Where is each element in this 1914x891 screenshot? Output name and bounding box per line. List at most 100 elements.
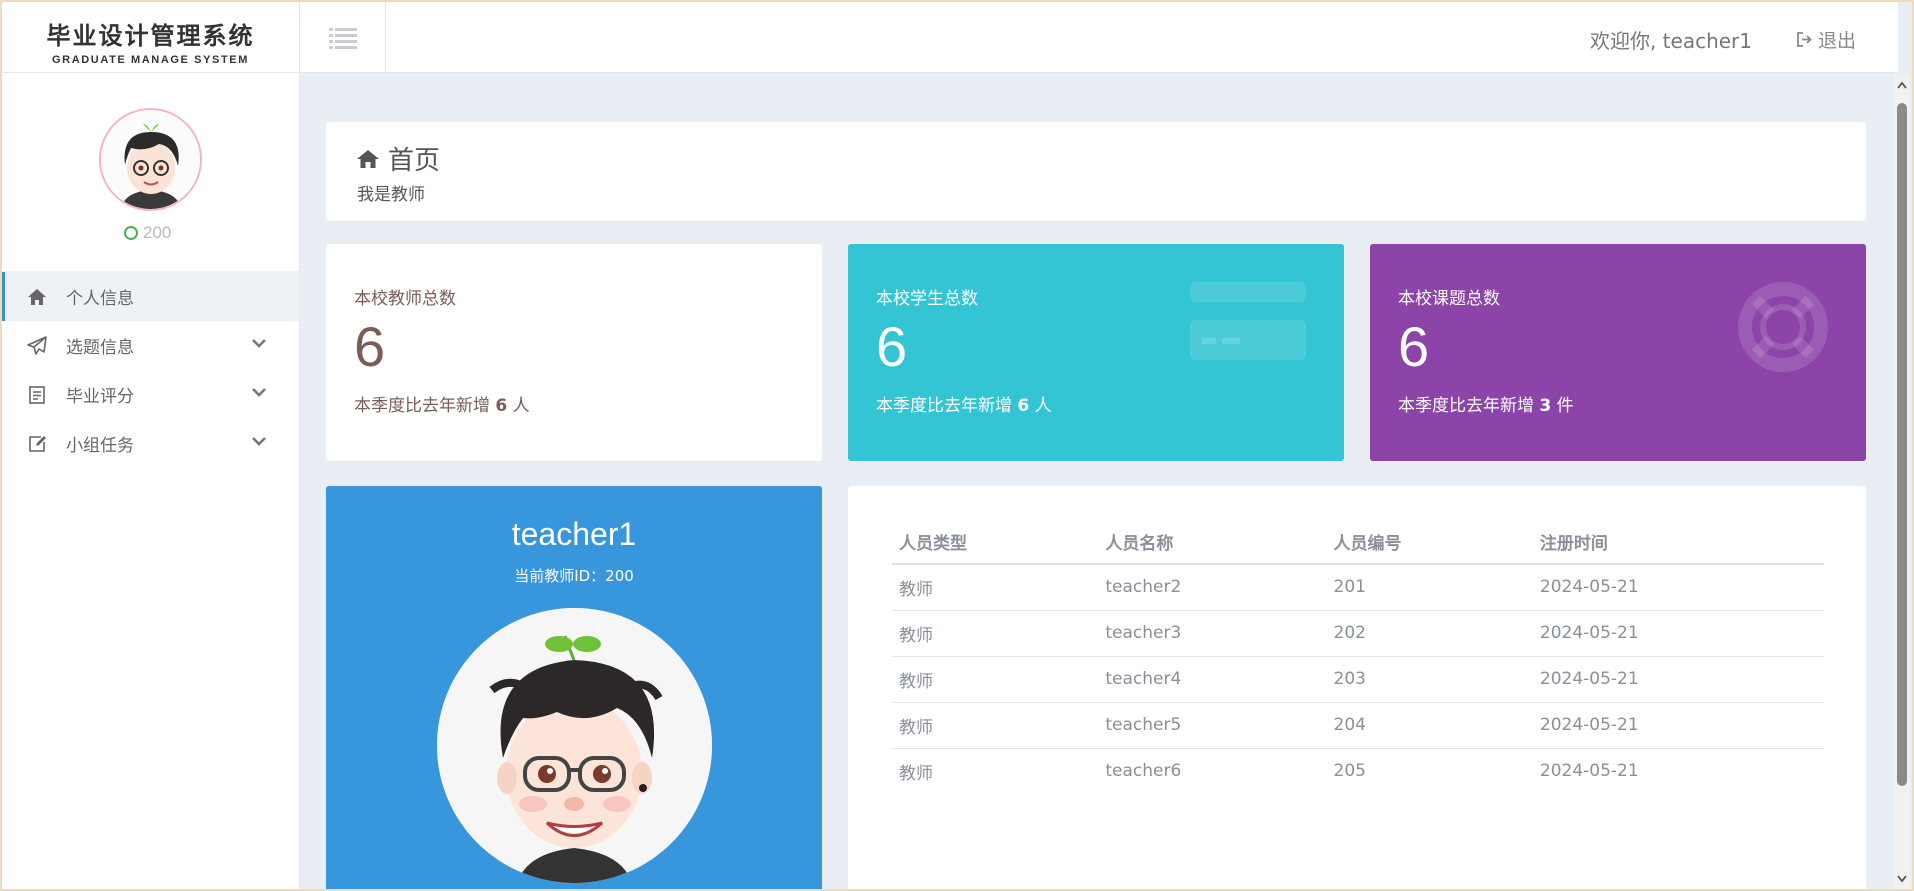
cell-name: teacher2 xyxy=(1098,564,1327,611)
life-ring-icon xyxy=(1738,282,1828,372)
stat-label: 本校课题总数 xyxy=(1398,289,1500,309)
stat-value: 6 xyxy=(876,315,908,378)
profile-avatar xyxy=(437,608,712,883)
main-content: 首页 我是教师 本校教师总数 6 本季度比去年新增 6 人 本校学生总数 6 本… xyxy=(300,73,1898,889)
stat-foot-value: 6 xyxy=(1017,396,1030,416)
stat-foot-prefix: 本季度比去年新增 xyxy=(354,396,490,416)
sign-out-icon xyxy=(1797,32,1812,47)
cell-date: 2024-05-21 xyxy=(1532,656,1824,703)
sidebar-item-topic-info[interactable]: 选题信息 xyxy=(2,321,299,370)
cell-name: teacher5 xyxy=(1098,702,1327,749)
sidebar: 200 个人信息 选题信息 毕业评分 小组任务 xyxy=(2,73,300,889)
scroll-up-arrow-icon[interactable] xyxy=(1897,81,1907,89)
paper-plane-icon xyxy=(26,335,48,357)
sidebar-item-personal-info[interactable]: 个人信息 xyxy=(2,272,299,321)
stat-foot-value: 6 xyxy=(495,396,508,416)
member-table: 人员类型 人员名称 人员编号 注册时间 教师 teacher2 201 2024… xyxy=(892,520,1824,794)
chevron-down-icon xyxy=(252,437,266,446)
cell-id: 203 xyxy=(1326,656,1533,703)
cell-id: 202 xyxy=(1326,610,1533,657)
avatar-image xyxy=(437,608,712,883)
page-title-text: 首页 xyxy=(388,146,441,176)
stat-foot-prefix: 本季度比去年新增 xyxy=(876,396,1012,416)
member-table-card: 人员类型 人员名称 人员编号 注册时间 教师 teacher2 201 2024… xyxy=(848,486,1866,889)
home-icon xyxy=(26,286,48,308)
logout-label: 退出 xyxy=(1817,30,1856,52)
table-row: 教师 teacher2 201 2024-05-21 xyxy=(892,564,1824,611)
app-window: 毕业设计管理系统 GRADUATE MANAGE SYSTEM 欢迎你, tea… xyxy=(0,0,1914,891)
profile-id: 当前教师ID：200 xyxy=(514,567,634,585)
cell-date: 2024-05-21 xyxy=(1532,564,1824,611)
cell-id: 204 xyxy=(1326,702,1533,749)
student-count-card: 本校学生总数 6 本季度比去年新增 6 人 xyxy=(848,244,1344,461)
welcome-text: 欢迎你, teacher1 xyxy=(1589,29,1752,53)
cell-name: teacher6 xyxy=(1105,761,1182,782)
stat-footnote: 本季度比去年新增 6 人 xyxy=(354,391,530,416)
cell-type: 教师 xyxy=(899,763,933,784)
stat-label: 本校学生总数 xyxy=(876,289,978,309)
cell-name: teacher4 xyxy=(1098,656,1327,703)
scroll-down-arrow-icon[interactable] xyxy=(1897,875,1907,883)
clipboard-icon xyxy=(26,384,48,406)
list-icon xyxy=(328,27,357,49)
top-bar: 毕业设计管理系统 GRADUATE MANAGE SYSTEM 欢迎你, tea… xyxy=(2,2,1898,73)
stat-foot-unit: 件 xyxy=(1556,396,1574,416)
home-icon xyxy=(357,149,379,168)
cell-type: 教师 xyxy=(892,564,1099,611)
column-header-registered: 注册时间 xyxy=(1532,520,1824,565)
credit-card-icon xyxy=(1190,282,1306,360)
status-value: 200 xyxy=(143,223,172,242)
cell-type: 教师 xyxy=(892,656,1099,703)
table-row: 教师 teacher6 205 2024-05-21 xyxy=(892,748,1824,794)
edit-icon xyxy=(26,433,48,455)
stat-foot-unit: 人 xyxy=(512,396,530,416)
table-header-row: 人员类型 人员名称 人员编号 注册时间 xyxy=(892,520,1824,565)
cell-type: 教师 xyxy=(892,702,1099,749)
sidebar-item-label: 个人信息 xyxy=(66,289,134,309)
chevron-down-icon xyxy=(252,339,266,348)
logo-subtitle: GRADUATE MANAGE SYSTEM xyxy=(52,54,249,66)
logout-button[interactable]: 退出 xyxy=(1796,26,1856,53)
logo[interactable]: 毕业设计管理系统 GRADUATE MANAGE SYSTEM xyxy=(2,2,300,73)
topic-count-card: 本校课题总数 6 本季度比去年新增 3 件 xyxy=(1370,244,1866,461)
vertical-scrollbar[interactable] xyxy=(1894,75,1910,889)
table-row: 教师 teacher4 203 2024-05-21 xyxy=(892,656,1824,703)
profile-name: teacher1 xyxy=(511,516,637,552)
stat-foot-prefix: 本季度比去年新增 xyxy=(1398,396,1534,416)
page-subtitle: 我是教师 xyxy=(357,185,425,205)
menu-toggle-button[interactable] xyxy=(300,2,386,73)
cell-date: 2024-05-21 xyxy=(1532,702,1824,749)
cell-name: teacher3 xyxy=(1098,610,1327,657)
stat-value: 6 xyxy=(1398,315,1430,378)
sidebar-item-group-tasks[interactable]: 小组任务 xyxy=(2,419,299,468)
stat-foot-unit: 人 xyxy=(1034,396,1052,416)
page-header: 首页 我是教师 xyxy=(326,122,1866,221)
sidebar-item-label: 毕业评分 xyxy=(66,387,134,407)
sidebar-item-label: 小组任务 xyxy=(66,436,134,456)
sidebar-nav: 个人信息 选题信息 毕业评分 小组任务 xyxy=(2,271,299,468)
profile-card: teacher1 当前教师ID：200 xyxy=(326,486,822,889)
cell-date: 2024-05-21 xyxy=(1532,610,1824,657)
stat-footnote: 本季度比去年新增 6 人 xyxy=(876,391,1052,416)
table-row: 教师 teacher5 204 2024-05-21 xyxy=(892,702,1824,749)
cell-id: 201 xyxy=(1326,564,1533,611)
stat-value: 6 xyxy=(354,315,386,378)
stat-foot-value: 3 xyxy=(1539,396,1552,416)
avatar-image xyxy=(101,110,200,209)
cell-date: 2024-05-21 xyxy=(1539,761,1639,782)
column-header-name: 人员名称 xyxy=(1098,520,1327,565)
cell-id: 205 xyxy=(1333,761,1366,782)
cell-type: 教师 xyxy=(892,610,1099,657)
online-status-icon xyxy=(124,226,138,240)
page-title: 首页 xyxy=(356,140,440,177)
table-row: 教师 teacher3 202 2024-05-21 xyxy=(892,610,1824,657)
sidebar-item-graduation-score[interactable]: 毕业评分 xyxy=(2,370,299,419)
logo-title: 毕业设计管理系统 xyxy=(46,22,255,50)
column-header-type: 人员类型 xyxy=(892,520,1099,565)
sidebar-item-label: 选题信息 xyxy=(66,338,134,358)
chevron-down-icon xyxy=(252,388,266,397)
teacher-count-card: 本校教师总数 6 本季度比去年新增 6 人 xyxy=(326,244,822,461)
scrollbar-thumb[interactable] xyxy=(1897,103,1907,786)
stat-footnote: 本季度比去年新增 3 件 xyxy=(1398,391,1574,416)
avatar[interactable] xyxy=(99,108,202,211)
